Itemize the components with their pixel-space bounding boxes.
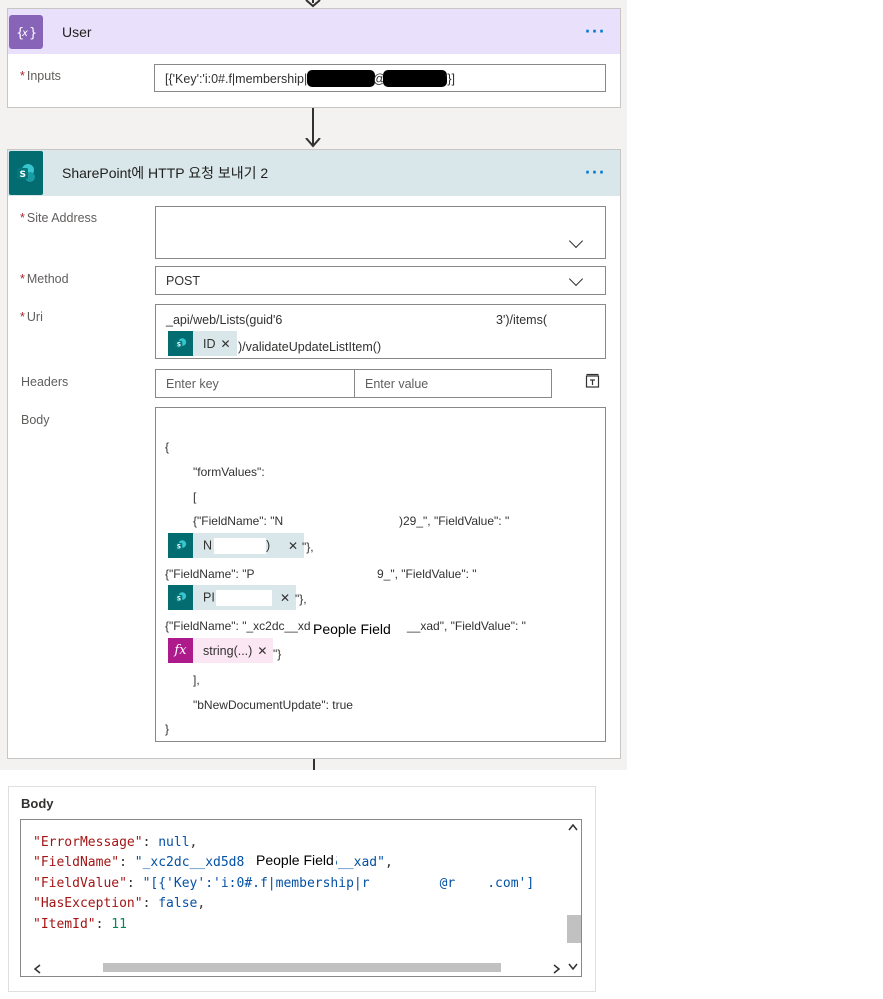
more-options-icon[interactable]: ··· <box>585 21 606 42</box>
uri-text-line2: )/validateUpdateListItem() <box>238 340 382 354</box>
redaction-mark <box>383 70 447 87</box>
field2-token-label: PI <box>193 589 280 606</box>
body-close-brace: } <box>165 722 170 736</box>
field3-token-label: string(...) <box>203 643 253 658</box>
scroll-right-icon[interactable] <box>553 964 561 974</box>
horizontal-scroll-thumb[interactable] <box>103 963 501 972</box>
id-dynamic-token[interactable]: S ID ✕ <box>168 331 237 356</box>
svg-text:S: S <box>20 170 26 180</box>
site-address-dropdown[interactable] <box>155 206 606 259</box>
method-label: * Method <box>20 272 69 286</box>
field2-value-key: 9_", "FieldValue": " <box>377 567 477 581</box>
body-form-values: "formValues": <box>193 465 265 479</box>
field1-token-label: N) <box>203 537 271 554</box>
vertical-scroll-thumb[interactable] <box>567 915 581 943</box>
field1-close: "}, <box>302 540 314 554</box>
svg-text:S: S <box>176 342 180 348</box>
connector-line <box>313 759 315 770</box>
svg-text:x: x <box>21 28 28 39</box>
inputs-field[interactable]: [{'Key':'i:0#.f|membership| @ '}] <box>154 64 606 92</box>
http-card-header[interactable]: S SharePoint에 HTTP 요청 보내기 2 ··· <box>8 150 620 196</box>
field2-name: {"FieldName": "P <box>165 567 255 581</box>
svg-text:}: } <box>29 26 37 41</box>
sharepoint-icon: S <box>168 331 193 356</box>
svg-text:S: S <box>176 544 180 550</box>
field1-value-key: )29_", "FieldValue": " <box>399 514 510 528</box>
text-mode-icon[interactable] <box>585 373 601 389</box>
output-line-field-name: "FieldName": "_xc2dc__xd5d8 c5__xad", <box>33 855 393 870</box>
body-label: Body <box>21 413 50 427</box>
header-key-placeholder: Enter key <box>166 377 219 391</box>
vertical-scrollbar[interactable] <box>565 820 581 976</box>
scroll-down-icon[interactable] <box>568 963 578 971</box>
field3-value-key: __xad", "FieldValue": " <box>407 619 526 633</box>
redaction-mark <box>307 70 375 87</box>
uri-text-end: 3')/items( <box>496 313 548 327</box>
field2-close: "}, <box>295 592 307 606</box>
sharepoint-icon: S <box>168 533 193 558</box>
inputs-value-suffix: '}] <box>445 72 456 86</box>
sharepoint-icon: S <box>9 151 43 195</box>
scroll-up-icon[interactable] <box>568 823 578 831</box>
people-field-annotation: People Field <box>311 621 393 637</box>
output-code-box[interactable]: "ErrorMessage": null, "FieldName": "_xc2… <box>20 819 582 977</box>
field2-dynamic-token[interactable]: S PI ✕ <box>168 585 297 610</box>
uri-label: * Uri <box>20 310 43 324</box>
inputs-value-prefix: [{'Key':'i:0#.f|membership| <box>165 72 308 86</box>
sharepoint-http-action-card[interactable]: S SharePoint에 HTTP 요청 보내기 2 ··· * Site Ad… <box>7 149 621 759</box>
inputs-label: * Inputs <box>20 69 61 83</box>
arrow-head-icon <box>305 138 321 148</box>
field1-dynamic-token[interactable]: S N) ✕ <box>168 533 305 558</box>
body-new-document-update: "bNewDocumentUpdate": true <box>193 698 353 712</box>
user-action-card[interactable]: {x} User ··· * Inputs [{'Key':'i:0#.f|mem… <box>7 8 621 108</box>
http-card-title: SharePoint에 HTTP 요청 보내기 2 <box>62 165 269 181</box>
body-bracket-open: [ <box>193 490 197 504</box>
people-field-annotation: People Field <box>254 852 336 868</box>
header-value-placeholder: Enter value <box>365 377 429 391</box>
curly-braces-icon: {x} <box>9 14 43 49</box>
field3-name: {"FieldName": "_xc2dc__xd5 <box>165 619 318 633</box>
chevron-down-icon[interactable] <box>568 233 584 249</box>
output-panel: Body "ErrorMessage": null, "FieldName": … <box>8 786 596 992</box>
header-value-input[interactable]: Enter value <box>354 369 552 398</box>
header-key-input[interactable]: Enter key <box>155 369 355 398</box>
uri-field[interactable]: _api/web/Lists(guid'6 3')/items( S ID ✕ … <box>155 304 606 359</box>
output-body-label: Body <box>21 796 54 811</box>
uri-text-start: _api/web/Lists(guid'6 <box>166 313 283 327</box>
chevron-down-icon[interactable] <box>568 271 584 287</box>
sharepoint-icon: S <box>168 585 193 610</box>
field3-close: "} <box>273 647 282 661</box>
body-bracket-close: ], <box>193 673 200 687</box>
remove-token-icon[interactable]: ✕ <box>280 591 296 605</box>
id-token-label: ID <box>203 336 216 351</box>
horizontal-scrollbar[interactable] <box>21 961 565 976</box>
fx-icon: fx <box>168 638 193 663</box>
svg-text:S: S <box>176 596 180 602</box>
headers-label: Headers <box>21 375 69 389</box>
method-value: POST <box>166 274 201 288</box>
output-line-has-exception: "HasException": false, <box>33 896 206 911</box>
output-line-item-id: "ItemId": 11 <box>33 917 127 932</box>
scroll-left-icon[interactable] <box>33 964 41 974</box>
body-open-brace: { <box>165 440 170 454</box>
remove-token-icon[interactable]: ✕ <box>257 644 273 658</box>
remove-token-icon[interactable]: ✕ <box>221 337 237 351</box>
user-card-header[interactable]: {x} User ··· <box>8 9 620 54</box>
body-editor[interactable]: { "formValues": [ {"FieldName": "N )29_"… <box>155 407 606 742</box>
output-line-field-value: "FieldValue": "[{'Key':'i:0#.f|membershi… <box>33 876 535 891</box>
user-card-title: User <box>62 23 92 40</box>
field3-expression-token[interactable]: fx string(...) ✕ <box>168 638 274 663</box>
output-line-error-message: "ErrorMessage": null, <box>33 835 198 850</box>
method-dropdown[interactable]: POST <box>155 266 606 295</box>
more-options-icon[interactable]: ··· <box>585 163 606 184</box>
site-address-label: * Site Address <box>20 211 98 225</box>
field1-name: {"FieldName": "N <box>193 514 284 528</box>
